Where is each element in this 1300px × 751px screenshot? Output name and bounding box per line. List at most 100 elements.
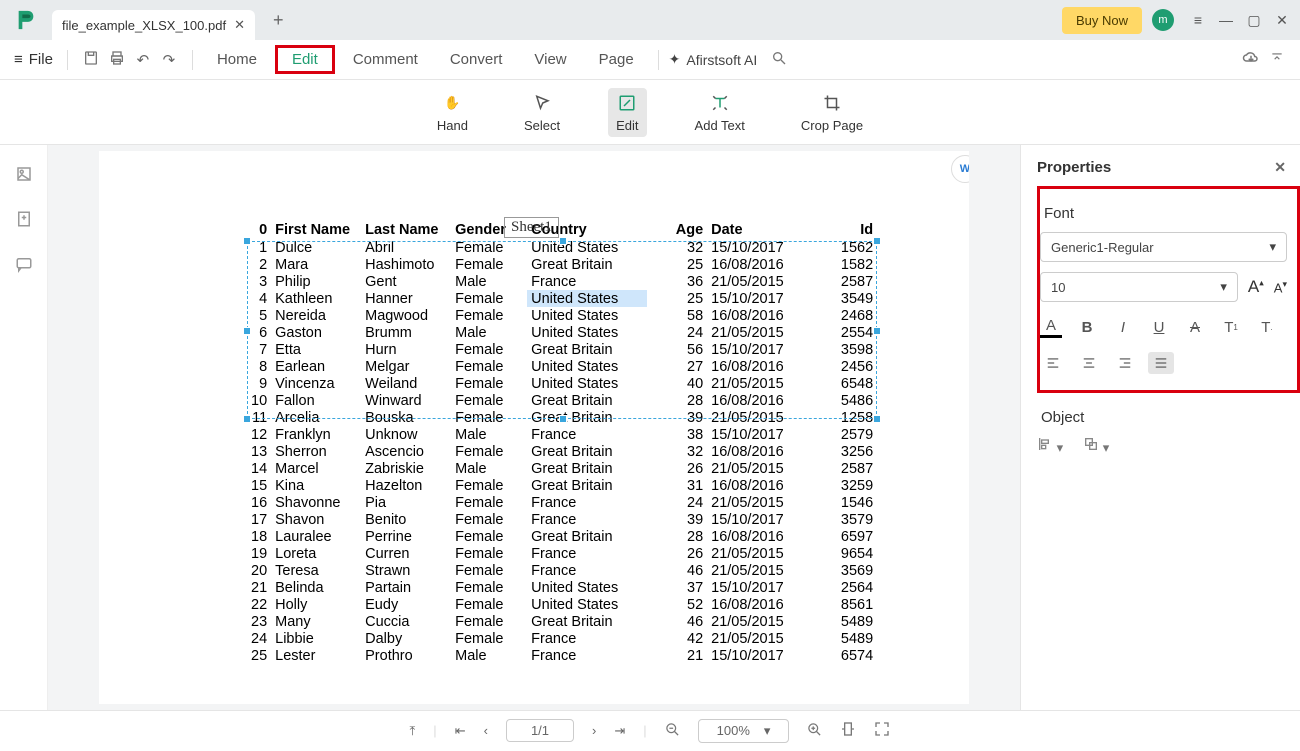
last-icon[interactable]: ⇥ [614, 723, 625, 739]
hamburger-icon: ≡ [14, 51, 23, 68]
table-header: Last Name [361, 221, 451, 239]
strikethrough-icon[interactable]: A [1184, 316, 1206, 338]
nav-view[interactable]: View [520, 45, 580, 74]
font-color-icon[interactable]: A [1040, 316, 1062, 338]
table-row: 11ArceliaBouskaFemaleGreat Britain3921/0… [247, 409, 877, 426]
underline-icon[interactable]: U [1148, 316, 1170, 338]
fullscreen-icon[interactable] [874, 721, 890, 740]
decrease-font-icon[interactable]: A▾ [1274, 279, 1287, 295]
zoom-out-icon[interactable] [665, 722, 680, 740]
zoom-select[interactable]: 100%▾ [698, 719, 790, 743]
table-row: 12FranklynUnknowMaleFrance3815/10/201725… [247, 426, 877, 443]
zoom-in-icon[interactable] [807, 722, 822, 740]
document-tab[interactable]: file_example_XLSX_100.pdf ✕ [52, 10, 255, 40]
hand-icon: ✋ [441, 92, 463, 114]
sheet-label: Sheet1 [504, 217, 559, 238]
nav-convert[interactable]: Convert [436, 45, 517, 74]
bookmark-icon[interactable] [15, 210, 33, 231]
table-row: 22HollyEudyFemaleUnited States5216/08/20… [247, 596, 877, 613]
sparkle-icon: ✦ [669, 51, 681, 68]
minimize-icon[interactable]: — [1212, 12, 1240, 28]
tool-add-text[interactable]: Add Text [687, 88, 753, 137]
toolbar: ✋ Hand Select Edit Add Text Crop Page [0, 80, 1300, 145]
buy-now-button[interactable]: Buy Now [1062, 7, 1142, 34]
crop-icon [821, 92, 843, 114]
page-indicator[interactable]: 1/1 [506, 719, 574, 742]
bold-icon[interactable]: B [1076, 316, 1098, 338]
table-row: 10FallonWinwardFemaleGreat Britain2816/0… [247, 392, 877, 409]
table-header: First Name [271, 221, 361, 239]
superscript-icon[interactable]: T1 [1220, 316, 1242, 338]
table-row: 4KathleenHannerFemaleUnited States2515/1… [247, 290, 877, 307]
menu-icon[interactable]: ≡ [1184, 12, 1212, 28]
word-export-icon[interactable]: W [951, 155, 969, 183]
font-family-select[interactable]: Generic1-Regular ▾ [1040, 232, 1287, 262]
user-avatar[interactable]: m [1152, 9, 1174, 31]
table-row: 8EarleanMelgarFemaleUnited States2716/08… [247, 358, 877, 375]
tool-hand[interactable]: ✋ Hand [429, 88, 476, 137]
object-section: Object ▾ ▾ [1037, 409, 1300, 456]
table-row: 6GastonBrummMaleUnited States2421/05/201… [247, 324, 877, 341]
font-size-select[interactable]: 10 ▾ [1040, 272, 1238, 302]
table-row: 17ShavonBenitoFemaleFrance3915/10/201735… [247, 511, 877, 528]
table-header: Date [707, 221, 807, 239]
table-row: 16ShavonnePiaFemaleFrance2421/05/2015154… [247, 494, 877, 511]
edit-icon [616, 92, 638, 114]
status-bar: ⤒ | ⇤ ‹ 1/1 › ⇥ | 100%▾ [0, 710, 1300, 750]
font-label: Font [1044, 205, 1287, 222]
fit-width-icon[interactable] [840, 721, 856, 740]
increase-font-icon[interactable]: A▴ [1248, 277, 1264, 297]
nav-home[interactable]: Home [203, 45, 271, 74]
title-bar: file_example_XLSX_100.pdf ✕ + Buy Now m … [0, 0, 1300, 40]
align-left-icon[interactable] [1040, 352, 1066, 374]
nav-comment[interactable]: Comment [339, 45, 432, 74]
font-section: Font Generic1-Regular ▾ 10 ▾ A▴ A▾ A B I… [1037, 186, 1300, 393]
tool-edit[interactable]: Edit [608, 88, 646, 137]
nav-edit[interactable]: Edit [275, 45, 335, 74]
tool-crop-page[interactable]: Crop Page [793, 88, 871, 137]
undo-icon[interactable]: ↶ [130, 51, 156, 69]
thumbnails-icon[interactable] [15, 165, 33, 186]
table-row: 23ManyCucciaFemaleGreat Britain4621/05/2… [247, 613, 877, 630]
properties-panel: Properties ✕ Font Generic1-Regular ▾ 10 … [1020, 145, 1300, 710]
chevron-down-icon: ▾ [1269, 239, 1276, 255]
tool-select[interactable]: Select [516, 88, 568, 137]
align-justify-icon[interactable] [1148, 352, 1174, 374]
table-header: Age [647, 221, 707, 239]
maximize-icon[interactable]: ▢ [1240, 12, 1268, 29]
close-tab-icon[interactable]: ✕ [234, 17, 245, 33]
cloud-icon[interactable] [1238, 49, 1264, 71]
arrange-object-icon[interactable]: ▾ [1083, 436, 1109, 456]
cursor-icon [531, 92, 553, 114]
comment-panel-icon[interactable] [15, 255, 33, 276]
close-panel-icon[interactable]: ✕ [1274, 159, 1286, 176]
file-menu[interactable]: ≡ File [10, 51, 57, 68]
tab-title: file_example_XLSX_100.pdf [62, 18, 226, 33]
collapse-ribbon-icon[interactable] [1264, 51, 1290, 69]
document-viewport[interactable]: W Sheet1 0First NameLast NameGenderCount… [48, 145, 1020, 710]
subscript-icon[interactable]: T. [1256, 316, 1278, 338]
align-right-icon[interactable] [1112, 352, 1138, 374]
menu-bar: ≡ File ↶ ↷ Home Edit Comment Convert Vie… [0, 40, 1300, 80]
print-icon[interactable] [104, 50, 130, 70]
prev-page-icon[interactable]: ‹ [484, 723, 488, 738]
nav-page[interactable]: Page [585, 45, 648, 74]
table-row: 18LauraleePerrineFemaleGreat Britain2816… [247, 528, 877, 545]
table-row: 19LoretaCurrenFemaleFrance2621/05/201596… [247, 545, 877, 562]
next-page-icon[interactable]: › [592, 723, 596, 738]
first-icon[interactable]: ⇤ [455, 723, 466, 739]
object-label: Object [1041, 409, 1288, 426]
align-object-icon[interactable]: ▾ [1037, 436, 1063, 456]
align-center-icon[interactable] [1076, 352, 1102, 374]
italic-icon[interactable]: I [1112, 316, 1134, 338]
ai-button[interactable]: ✦ Afirstsoft AI [669, 51, 758, 68]
save-icon[interactable] [78, 50, 104, 70]
table-header: 0 [247, 221, 271, 239]
close-window-icon[interactable]: ✕ [1268, 12, 1296, 29]
table-row: 9VincenzaWeilandFemaleUnited States4021/… [247, 375, 877, 392]
new-tab-button[interactable]: + [265, 10, 292, 31]
redo-icon[interactable]: ↷ [156, 51, 182, 69]
first-page-icon[interactable]: ⤒ [410, 723, 416, 739]
search-icon[interactable] [771, 50, 787, 69]
chevron-down-icon: ▾ [1220, 279, 1227, 295]
